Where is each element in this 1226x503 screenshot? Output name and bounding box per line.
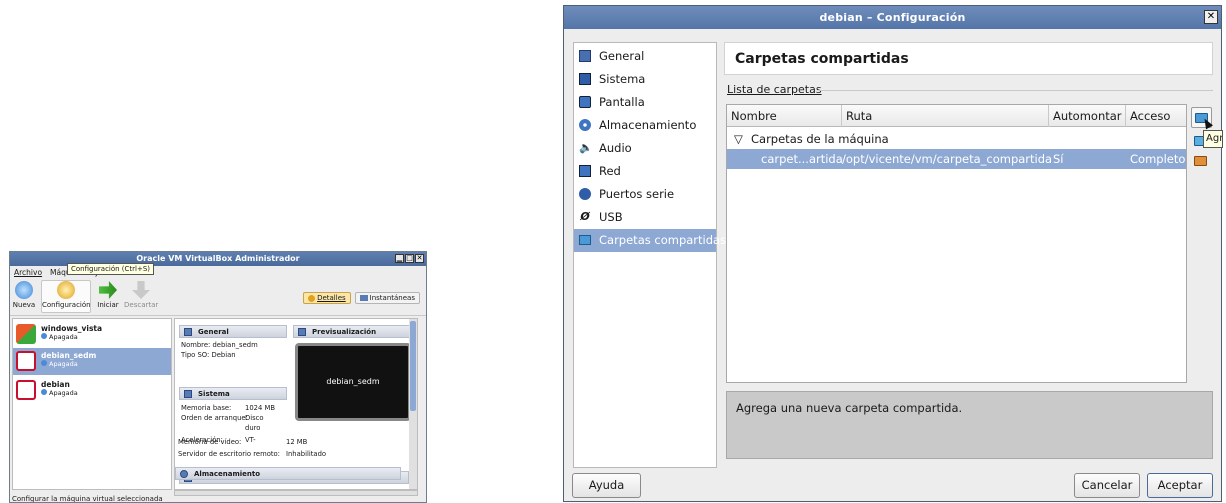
- display-icon: [579, 96, 591, 108]
- windows-vista-icon: [16, 324, 36, 344]
- sidebar-item-general[interactable]: General: [574, 45, 716, 68]
- general-section-header[interactable]: General: [179, 325, 287, 338]
- collapse-triangle-icon[interactable]: ▽: [734, 129, 743, 149]
- virtualbox-manager-window: Oracle VM VirtualBox Administrador ▁ □ ✕…: [9, 251, 427, 503]
- maximize-button[interactable]: □: [405, 254, 414, 263]
- sidebar-item-usb[interactable]: Ø USB: [574, 206, 716, 229]
- dialog-title-bar: debian – Configuración: [564, 6, 1221, 29]
- column-header-nombre[interactable]: Nombre: [727, 105, 842, 127]
- help-button[interactable]: Ayuda: [572, 473, 641, 498]
- minimize-button[interactable]: ▁: [395, 254, 404, 263]
- caption-divider: [818, 90, 1213, 91]
- system-icon: [184, 390, 192, 398]
- sidebar-item-almacenamiento[interactable]: Almacenamiento: [574, 114, 716, 137]
- details-tab[interactable]: Detalles: [303, 292, 351, 304]
- settings-dialog: debian – Configuración ✕ General Sistema…: [563, 5, 1223, 502]
- page-title: Carpetas compartidas: [724, 42, 1213, 75]
- table-header: Nombre Ruta Automontar Acceso: [727, 105, 1186, 127]
- sidebar-item-pantalla[interactable]: Pantalla: [574, 91, 716, 114]
- details-horizontal-scrollbar[interactable]: [174, 490, 418, 496]
- debian-icon: [16, 351, 36, 371]
- discard-button[interactable]: Descartar: [124, 281, 158, 309]
- dialog-close-button[interactable]: ✕: [1204, 10, 1218, 24]
- vm-details-pane: General Nombre: debian_sedm Tipo SO: Deb…: [174, 318, 418, 490]
- details-scrollbar[interactable]: [409, 319, 417, 489]
- menu-archivo[interactable]: Archivo: [14, 266, 42, 279]
- vm-list: windows_vista Apagada debian_sedm Apagad…: [12, 318, 172, 490]
- sidebar-item-red[interactable]: Red: [574, 160, 716, 183]
- ok-button[interactable]: Aceptar: [1147, 473, 1213, 498]
- sidebar-item-carpetas-compartidas[interactable]: Carpetas compartidas: [574, 229, 726, 252]
- table-row[interactable]: carpet...artida /opt/vicente/vm/carpeta_…: [727, 149, 1186, 169]
- shared-folders-icon: [579, 235, 591, 245]
- cancel-button[interactable]: Cancelar: [1074, 473, 1140, 498]
- vm-preview-screen: debian_sedm: [295, 343, 411, 421]
- general-icon: [579, 50, 591, 62]
- network-icon: [579, 165, 591, 177]
- discard-arrow-icon: [132, 281, 150, 299]
- vm-item-debian-sedm[interactable]: debian_sedm Apagada: [13, 348, 171, 375]
- scrollbar-thumb[interactable]: [410, 321, 416, 411]
- usb-icon: Ø: [580, 210, 590, 223]
- start-button[interactable]: Iniciar: [96, 281, 120, 309]
- sidebar-item-puertos-serie[interactable]: Puertos serie: [574, 183, 716, 206]
- storage-section-header[interactable]: Almacenamiento: [175, 467, 401, 480]
- audio-icon: 🔈: [579, 141, 593, 154]
- general-name: Nombre: debian_sedm: [181, 341, 258, 349]
- debian-icon: [16, 380, 36, 400]
- system-section-header[interactable]: Sistema: [179, 387, 287, 400]
- sidebar-item-sistema[interactable]: Sistema: [574, 68, 716, 91]
- column-header-acceso[interactable]: Acceso: [1126, 105, 1186, 127]
- storage-icon: [579, 119, 591, 131]
- general-os-type: Tipo SO: Debian: [181, 351, 236, 359]
- storage-icon: [180, 470, 188, 478]
- column-header-ruta[interactable]: Ruta: [842, 105, 1049, 127]
- serial-ports-icon: [579, 188, 591, 200]
- preview-section-header[interactable]: Previsualización: [293, 325, 411, 338]
- settings-tooltip: Configuración (Ctrl+S): [67, 263, 155, 275]
- mouse-cursor-icon: [1201, 116, 1213, 130]
- preview-icon: [298, 328, 306, 336]
- add-folder-button[interactable]: [1191, 107, 1213, 130]
- settings-button[interactable]: Configuración: [41, 280, 91, 313]
- snapshots-icon: [359, 295, 368, 301]
- close-button[interactable]: ✕: [415, 254, 424, 263]
- new-vm-icon: [15, 281, 33, 299]
- powered-off-icon: [41, 389, 47, 395]
- add-folder-tooltip: Agr: [1203, 130, 1223, 148]
- shared-folders-table: Nombre Ruta Automontar Acceso ▽ Carpetas…: [726, 104, 1187, 383]
- description-box: Agrega una nueva carpeta compartida.: [726, 391, 1213, 459]
- manager-toolbar: Nueva Configuración Iniciar Descartar De…: [10, 279, 426, 316]
- gear-icon: [57, 281, 75, 299]
- folder-group-row[interactable]: ▽ Carpetas de la máquina: [727, 129, 1186, 149]
- sidebar-item-audio[interactable]: 🔈 Audio: [574, 137, 716, 160]
- folders-list-caption: Lista de carpetas: [727, 83, 822, 96]
- settings-sidebar: General Sistema Pantalla Almacenamiento …: [573, 42, 726, 468]
- vm-item-debian[interactable]: debian Apagada: [13, 377, 171, 404]
- manager-status-bar: Configurar la máquina virtual selecciona…: [12, 495, 163, 503]
- remove-folder-icon: [1194, 156, 1207, 166]
- remove-folder-button[interactable]: [1191, 151, 1212, 172]
- new-vm-button[interactable]: Nueva: [12, 281, 36, 309]
- vm-item-windows-vista[interactable]: windows_vista Apagada: [13, 321, 171, 348]
- manager-window-controls: ▁ □ ✕: [395, 254, 424, 263]
- start-arrow-icon: [99, 281, 117, 299]
- system-icon: [579, 73, 591, 85]
- powered-off-icon: [41, 360, 47, 366]
- powered-off-icon: [41, 333, 47, 339]
- column-header-automontar[interactable]: Automontar: [1049, 105, 1126, 127]
- details-icon: [308, 294, 316, 302]
- snapshots-tab[interactable]: Instantáneas: [354, 292, 420, 304]
- view-mode-switch: Detalles Instantáneas: [303, 292, 420, 304]
- general-icon: [184, 328, 192, 336]
